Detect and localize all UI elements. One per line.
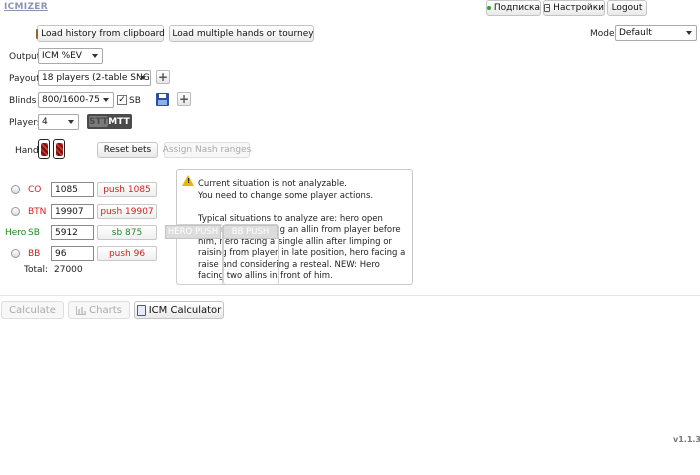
assign-nash-button[interactable]: Assign Nash ranges: [162, 142, 252, 158]
hero-radio[interactable]: [11, 185, 20, 194]
calculator-icon: [136, 304, 146, 316]
blinds-label: Blinds: [9, 96, 37, 106]
players-label: Players: [9, 118, 42, 128]
action-button[interactable]: sb 875: [97, 225, 157, 240]
load-multiple-button[interactable]: Load multiple hands or tourney: [169, 25, 314, 42]
payout-label: Payout: [9, 74, 40, 84]
hero-label: Hero: [5, 228, 27, 238]
hero-radio[interactable]: [11, 249, 20, 258]
bb-push-label: BB PUSH: [231, 227, 270, 237]
chevron-down-icon: [92, 54, 98, 58]
icm-calculator-button[interactable]: ICM Calculator: [134, 301, 224, 319]
calculate-button[interactable]: Calculate: [1, 301, 64, 319]
add-payout-button[interactable]: +: [156, 70, 170, 84]
calculate-label: Calculate: [9, 304, 56, 316]
chart-icon: [76, 305, 87, 315]
hero-push-label: HERO PUSH: [167, 227, 219, 237]
action-button[interactable]: push 1085: [97, 182, 157, 197]
output-label: Output: [9, 52, 41, 62]
sb-label: SB: [129, 96, 141, 106]
hero-push-button[interactable]: HERO PUSH: [165, 225, 221, 239]
charts-label: Charts: [89, 304, 122, 316]
output-value: ICM %EV: [42, 51, 82, 61]
clipboard-icon: [36, 28, 39, 39]
stack-input[interactable]: 96: [51, 246, 94, 261]
warning-icon: !: [182, 175, 194, 186]
toggle-mtt[interactable]: MTT: [108, 117, 130, 127]
save-icon[interactable]: [156, 93, 169, 106]
position-label: BB: [28, 249, 41, 259]
logout-label: Logout: [611, 3, 643, 13]
position-label: BTN: [28, 207, 47, 217]
stack-input[interactable]: 5912: [51, 225, 94, 240]
divider: [0, 295, 700, 296]
output-select[interactable]: ICM %EV: [38, 48, 103, 64]
checkmark-icon: ✓: [118, 94, 126, 105]
assign-nash-label: Assign Nash ranges: [162, 145, 252, 155]
settings-icon: [544, 4, 551, 12]
stack-input[interactable]: 1085: [51, 182, 94, 197]
sb-checkbox[interactable]: ✓: [117, 95, 127, 105]
subscribe-label: Подписка: [493, 3, 540, 13]
card-back-icon[interactable]: [53, 139, 65, 159]
app-logo[interactable]: ICMIZER: [4, 2, 48, 12]
icm-calculator-label: ICM Calculator: [148, 304, 222, 316]
load-history-label: Load history from clipboard: [41, 28, 165, 39]
plus-icon: +: [178, 92, 190, 106]
blinds-value: 800/1600-75: [42, 95, 100, 105]
action-button[interactable]: push 96: [97, 246, 157, 261]
stack-input[interactable]: 19907: [51, 204, 94, 219]
model-select[interactable]: Default: [615, 25, 697, 41]
chevron-down-icon: [140, 76, 146, 80]
status-dot-icon: [487, 6, 491, 10]
load-history-button[interactable]: Load history from clipboard: [36, 25, 165, 42]
reset-bets-label: Reset bets: [103, 145, 152, 155]
stt-mtt-toggle[interactable]: STT MTT: [87, 114, 132, 129]
toggle-stt[interactable]: STT: [89, 116, 108, 127]
chevron-down-icon: [68, 120, 74, 124]
total-value: 27000: [54, 265, 83, 275]
subscribe-button[interactable]: Подписка: [486, 0, 541, 16]
reset-bets-button[interactable]: Reset bets: [97, 142, 158, 158]
action-button[interactable]: push 19907: [97, 204, 157, 219]
settings-label: Настройки: [553, 3, 604, 13]
card-back-icon[interactable]: [38, 139, 50, 159]
version-label: v1.1.3: [673, 435, 700, 444]
bb-push-button[interactable]: BB PUSH: [223, 225, 278, 239]
chevron-down-icon: [103, 98, 109, 102]
model-label: Model: [590, 29, 618, 39]
message-line2: You need to change some player actions.: [198, 190, 374, 201]
logout-button[interactable]: Logout: [607, 0, 647, 16]
add-blinds-button[interactable]: +: [177, 92, 191, 106]
plus-icon: +: [157, 70, 169, 84]
players-select[interactable]: 4: [38, 114, 79, 130]
payout-value: 18 players (2-table SNG: [42, 73, 150, 83]
position-label: SB: [28, 228, 40, 238]
blinds-select[interactable]: 800/1600-75: [38, 92, 114, 108]
charts-button[interactable]: Charts: [68, 301, 130, 319]
chevron-down-icon: [686, 31, 692, 35]
hand-label: Hand: [15, 146, 39, 156]
hero-radio[interactable]: [11, 207, 20, 216]
players-value: 4: [42, 117, 48, 127]
settings-button[interactable]: Настройки: [543, 0, 605, 16]
load-multiple-label: Load multiple hands or tourney: [172, 28, 314, 39]
model-value: Default: [619, 28, 652, 38]
position-label: CO: [28, 185, 42, 195]
total-label: Total:: [24, 265, 49, 275]
payout-select[interactable]: 18 players (2-table SNG: [38, 70, 151, 86]
message-line1: Current situation is not analyzable.: [198, 179, 347, 189]
